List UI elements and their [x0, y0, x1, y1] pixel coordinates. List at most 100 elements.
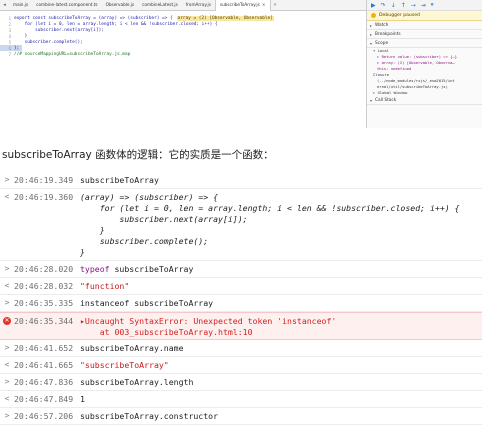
code-editor[interactable]: 1 export const subscribeToArray = (array… [0, 11, 366, 128]
console-input-row: >20:46:57.206 subscribeToArray.constructo… [0, 408, 482, 425]
console-line: ▸Uncaught SyntaxError: Unexpected token … [80, 316, 337, 326]
input-prompt-icon: > [4, 377, 10, 386]
console-line: (array) => (subscriber) => { [80, 192, 219, 202]
line-number: 2 [8, 21, 11, 27]
input-prompt-icon: > [4, 411, 10, 420]
step-over-icon[interactable]: ↷ [381, 2, 386, 9]
timestamp: 20:46:41.652 [14, 343, 74, 353]
console-input-row: >20:46:47.836 subscribeToArray.length [0, 374, 482, 391]
console-result-row: <20:46:47.849 1 [0, 391, 482, 408]
line-number: 3 [8, 27, 11, 33]
console-message: subscribeToArray [80, 175, 482, 186]
keyword: typeof [80, 264, 110, 274]
call-stack-section[interactable]: ▾ Call Stack [367, 96, 482, 105]
pause-on-exceptions-icon[interactable]: ⏸ [431, 1, 434, 9]
timestamp: 20:46:41.665 [14, 360, 74, 370]
console-message: 1 [80, 394, 482, 405]
console-message: ▸Uncaught SyntaxError: Unexpected token … [80, 316, 482, 338]
code-text: subscriber.next(array[i]); [14, 27, 104, 33]
input-prompt-icon: > [4, 298, 10, 307]
console-line: 1 [80, 394, 85, 404]
tab-observable-js[interactable]: Observable.js [102, 0, 139, 10]
tab-main-js[interactable]: main.js [9, 0, 32, 10]
timestamp: 20:46:47.849 [14, 394, 74, 404]
code-text: }; [14, 45, 20, 51]
code-text: //# sourceMappingURL=subscribeToArray.js… [14, 51, 131, 57]
close-icon[interactable]: × [262, 3, 266, 8]
back-icon[interactable]: ◂ [0, 2, 9, 8]
inline-value-hint: array = (2) [Observable, Observable] [176, 15, 274, 21]
line-number: 4 [8, 33, 11, 39]
tab-subscribetoarray-js[interactable]: subscribeToArray.js × [214, 0, 271, 11]
console-line: subscriber.complete(); [80, 236, 209, 246]
console-message: subscribeToArray.constructor [80, 411, 482, 422]
code-line: 7 //# sourceMappingURL=subscribeToArray.… [0, 51, 131, 57]
input-prompt-icon: > [4, 175, 10, 184]
watch-section[interactable]: ▸ Watch [367, 21, 482, 30]
step-into-icon[interactable]: ↓ [391, 2, 396, 9]
error-icon: ✕ [3, 317, 11, 325]
console-line: subscribeToArray.name [80, 343, 184, 353]
console-line: } [80, 247, 85, 257]
line-number: 5 [8, 39, 11, 45]
paused-label: Debugger paused [379, 13, 420, 18]
timestamp: 20:46:28.032 [14, 281, 74, 291]
debugger-toolbar: ▶ ↷ ↓ ↑ → ⇥ ⏸ [367, 0, 482, 11]
deactivate-breakpoints-icon[interactable]: ⇥ [421, 2, 426, 9]
tab-fromarray-js[interactable]: fromArray.js [182, 0, 215, 10]
console-message: instanceof subscribeToArray [80, 298, 482, 309]
console-message: (array) => (subscriber) => { for (let i … [80, 192, 482, 258]
more-tabs-icon[interactable]: » [271, 2, 280, 8]
input-prompt-icon: > [4, 264, 10, 273]
timestamp: 20:46:35.335 [14, 298, 74, 308]
console-line: subscribeToArray.constructor [80, 411, 219, 421]
timestamp: 20:46:35.344 [14, 316, 74, 326]
console-line: "function" [80, 281, 130, 291]
console-error-row[interactable]: ✕ 20:46:35.344 ▸Uncaught SyntaxError: Unex… [0, 312, 482, 340]
console-input-row: >20:46:41.652 subscribeToArray.name [0, 340, 482, 357]
console-input-row: >20:46:19.349 subscribeToArray [0, 172, 482, 189]
step-icon[interactable]: → [411, 2, 416, 9]
timestamp: 20:46:47.836 [14, 377, 74, 387]
console-input-row: >20:46:28.020 typeof subscribeToArray [0, 261, 482, 278]
console-result-row: <20:46:19.360 (array) => (subscriber) => … [0, 189, 482, 261]
console-line: "subscribeToArray" [80, 360, 169, 370]
console-message: typeof subscribeToArray [80, 264, 482, 275]
result-arrow-icon: < [4, 394, 10, 403]
debugger-sidebar: ▶ ↷ ↓ ↑ → ⇥ ⏸ Debugger paused ▸ Watch ▸ Br… [366, 0, 482, 128]
console-message: subscribeToArray.length [80, 377, 482, 388]
result-arrow-icon: < [4, 281, 10, 290]
input-prompt-icon: > [4, 343, 10, 352]
line-number: 7 [8, 51, 11, 57]
console-line: subscriber.next(array[i]); [80, 214, 248, 224]
console-message: "function" [80, 281, 482, 292]
code-text: } [14, 33, 28, 39]
console-message: "subscribeToArray" [80, 360, 482, 371]
console-input-row: >20:46:35.335 instanceof subscribeToArray [0, 295, 482, 312]
caption-text: subscribeToArray 函数体的逻辑：它的实质是一个函数： [2, 149, 274, 161]
result-arrow-icon: < [4, 360, 10, 369]
code-text: export const subscribeToArray = (array) … [14, 15, 173, 21]
console-line: at 003_subscribeToArray.html:10 [80, 327, 253, 337]
section-label: Watch [375, 22, 389, 28]
timestamp: 20:46:19.360 [14, 192, 74, 202]
resume-icon[interactable]: ▶ [371, 2, 376, 9]
scope-section[interactable]: ▾ Scope [367, 39, 482, 48]
step-out-icon[interactable]: ↑ [401, 2, 406, 9]
code-text: subscriber.complete(); [14, 39, 83, 45]
paused-icon [371, 13, 376, 18]
console-result-row: <20:46:28.032 "function" [0, 278, 482, 295]
editor-tab-bar: ◂ main.js combine-latest.component.ts Ob… [0, 0, 366, 11]
breakpoints-section[interactable]: ▸ Breakpoints [367, 30, 482, 39]
section-label: Breakpoints [375, 31, 401, 37]
devtools-screenshot: ◂ main.js combine-latest.component.ts Ob… [0, 0, 482, 128]
console-line-typeof: typeof subscribeToArray [80, 264, 194, 274]
tab-label: subscribeToArray.js [219, 1, 260, 7]
console-result-row: <20:46:41.665 "subscribeToArray" [0, 357, 482, 374]
tab-combine-latest-component[interactable]: combine-latest.component.ts [32, 0, 101, 10]
line-number: 6 [8, 45, 11, 51]
console-line: for (let i = 0, len = array.length; i < … [80, 203, 460, 213]
tab-combinelatest-js[interactable]: combineLatest.js [138, 0, 182, 10]
console-message: subscribeToArray.name [80, 343, 482, 354]
console-line: instanceof subscribeToArray [80, 298, 214, 308]
